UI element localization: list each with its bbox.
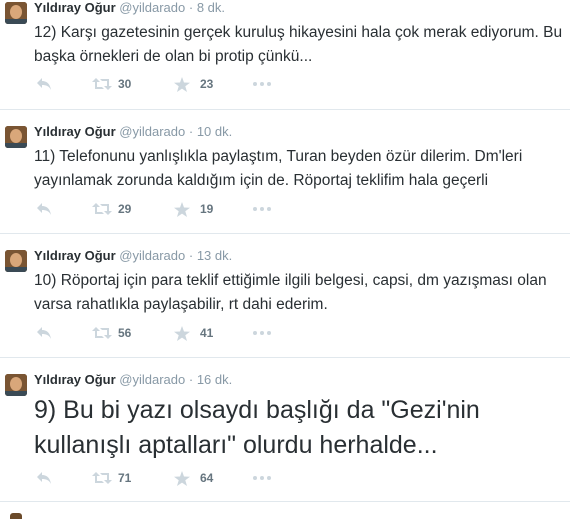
favorite-count: 23 — [200, 77, 214, 91]
favorite-count: 41 — [200, 326, 214, 340]
timestamp[interactable]: 10 dk. — [197, 124, 232, 139]
more-icon — [253, 82, 271, 86]
separator: · — [188, 372, 194, 387]
tweet-header: Yıldıray Oğur @yildarado · 13 dk. — [34, 248, 232, 264]
avatar[interactable] — [5, 374, 27, 396]
retweet-count: 56 — [118, 326, 132, 340]
tweet-item[interactable]: Yıldıray Oğur @yildarado · 16 dk. 9) Bu … — [0, 358, 570, 502]
avatar[interactable] — [5, 126, 27, 148]
avatar[interactable] — [5, 2, 27, 24]
star-icon — [174, 202, 190, 217]
more-icon — [253, 207, 271, 211]
tweet-header: Yıldıray Oğur @yildarado · 16 dk. — [34, 372, 232, 388]
author-handle[interactable]: @yildarado — [119, 0, 185, 15]
tweet-header: Yıldıray Oğur @yildarado · 8 dk. — [34, 0, 225, 16]
avatar[interactable] — [5, 250, 27, 272]
retweet-count: 30 — [118, 77, 132, 91]
author-handle[interactable]: @yildarado — [119, 372, 185, 387]
tweet-item[interactable]: Yıldıray Oğur @yildarado · 10 dk. 11) Te… — [0, 110, 570, 234]
author-name[interactable]: Yıldıray Oğur — [34, 124, 116, 139]
star-icon — [174, 77, 190, 92]
tweet-text: 11) Telefonunu yanlışlıkla paylaştım, Tu… — [34, 148, 523, 189]
timestamp[interactable]: 16 dk. — [197, 372, 232, 387]
tweet-text: 9) Bu bi yazı olsaydı başlığı da "Gezi'n… — [34, 396, 480, 459]
star-icon — [174, 326, 190, 341]
retweet-count: 29 — [118, 202, 132, 216]
favorite-count: 64 — [200, 471, 214, 485]
tweet-header: Yıldıray Oğur @yildarado · 10 dk. — [34, 124, 232, 140]
tweet-item[interactable]: Yıldıray Oğur @yildarado · 13 dk. 10) Rö… — [0, 234, 570, 358]
reply-icon — [37, 472, 51, 484]
author-handle[interactable]: @yildarado — [119, 124, 185, 139]
author-name[interactable]: Yıldıray Oğur — [34, 372, 116, 387]
tweet-text: 12) Karşı gazetesinin gerçek kuruluş hik… — [34, 24, 563, 65]
retweet-icon — [92, 78, 112, 90]
retweet-icon — [92, 472, 112, 484]
timestamp[interactable]: 8 dk. — [197, 0, 225, 15]
timestamp[interactable]: 13 dk. — [197, 248, 232, 263]
separator: · — [188, 0, 194, 15]
star-icon — [174, 471, 190, 486]
tweet-item[interactable]: Yıldıray Oğur @yildarado · 8 dk. 12) Kar… — [0, 0, 570, 110]
author-name[interactable]: Yıldıray Oğur — [34, 248, 116, 263]
next-tweet-avatar-partial — [10, 513, 22, 519]
separator: · — [188, 248, 194, 263]
more-icon — [253, 476, 271, 480]
retweet-icon — [92, 203, 112, 215]
more-icon — [253, 331, 271, 335]
tweet-text: 10) Röportaj için para teklif ettiğimle … — [34, 272, 547, 313]
reply-icon — [37, 327, 51, 339]
retweet-icon — [92, 327, 112, 339]
author-name[interactable]: Yıldıray Oğur — [34, 0, 116, 15]
reply-icon — [37, 78, 51, 90]
author-handle[interactable]: @yildarado — [119, 248, 185, 263]
reply-icon — [37, 203, 51, 215]
retweet-count: 71 — [118, 471, 132, 485]
separator: · — [188, 124, 194, 139]
favorite-count: 19 — [200, 202, 214, 216]
